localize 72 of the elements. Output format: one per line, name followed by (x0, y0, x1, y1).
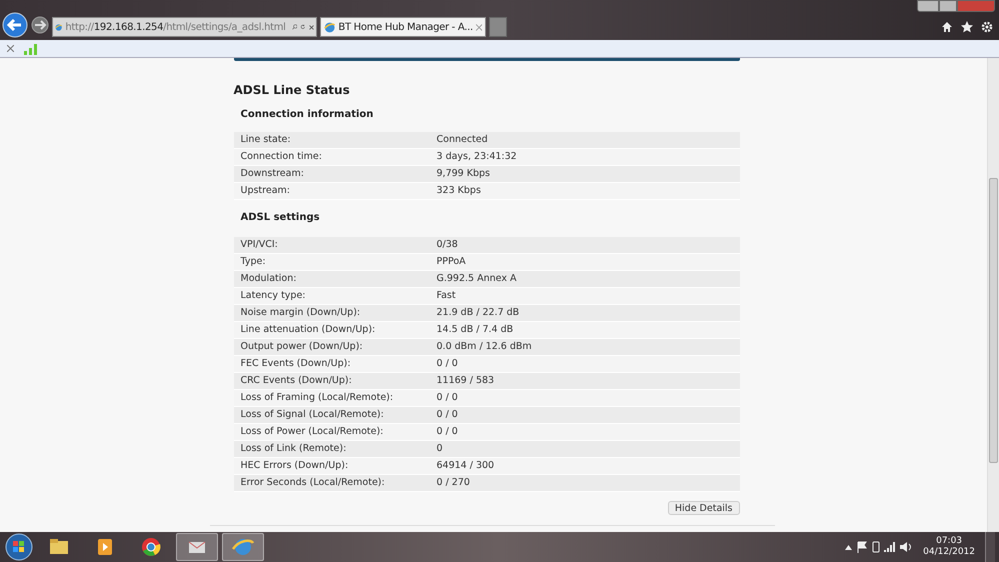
clock-time: 07:03 (936, 536, 962, 547)
row-value: 11169 / 583 (436, 374, 494, 388)
row-label: Output power (Down/Up): (240, 340, 364, 354)
row-value: 323 Kbps (436, 184, 481, 198)
clock-date: 04/12/2012 (923, 547, 975, 558)
row-label: CRC Events (Down/Up): (240, 374, 353, 388)
row-label: Error Seconds (Local/Remote): (240, 476, 386, 490)
minimize-button[interactable] (917, 0, 939, 12)
row-label: Downstream: (240, 166, 305, 181)
row-value: 0 / 0 (436, 356, 458, 371)
settings-icon[interactable] (981, 21, 993, 33)
close-icon[interactable] (476, 24, 482, 30)
row-label: Connection time: (240, 150, 323, 164)
row-value: 0 / 0 (436, 408, 458, 422)
close-icon[interactable] (7, 45, 14, 52)
row-value: 3 days, 23:41:32 (436, 150, 517, 164)
row-value: 0 / 0 (436, 390, 458, 405)
page-title: ADSL Line Status (234, 82, 351, 99)
row-value: 21.9 dB / 22.7 dB (436, 306, 520, 320)
taskbar-button[interactable] (176, 533, 218, 561)
tab-title: BT Home Hub Manager - A... (338, 20, 473, 34)
forward-button[interactable] (31, 16, 49, 34)
row-label: Loss of Link (Remote): (240, 442, 348, 456)
row-value: 64914 / 300 (436, 458, 494, 473)
search-icon[interactable] (292, 22, 298, 32)
address-bar[interactable]: http://192.168.1.254/html/settings/a_adsl.html (52, 17, 317, 37)
star-icon[interactable] (961, 21, 973, 33)
row-value: Connected (436, 132, 488, 147)
close-icon[interactable] (308, 22, 314, 32)
scrollbar[interactable] (987, 58, 999, 532)
row-value: PPPoA (436, 254, 466, 269)
row-value: 0 / 0 (436, 424, 458, 439)
browser-icon (139, 535, 163, 559)
row-label: Line attenuation (Down/Up): (240, 322, 376, 337)
row-label: Modulation: (240, 272, 298, 286)
row-label: FEC Events (Down/Up): (240, 356, 352, 371)
row-label: Loss of Signal (Local/Remote): (240, 408, 385, 422)
row-value: 9,799 Kbps (436, 166, 490, 181)
signal-icon (24, 42, 37, 54)
clock[interactable]: 07:03 04/12/2012 (917, 536, 981, 558)
row-value: 0 / 270 (436, 476, 470, 490)
row-value: Fast (436, 288, 456, 303)
row-value: 0.0 dBm / 12.6 dBm (436, 340, 532, 354)
browser-tab[interactable]: BT Home Hub Manager - A... (320, 17, 486, 37)
row-label: Upstream: (240, 184, 291, 198)
row-label: Loss of Power (Local/Remote): (240, 424, 384, 439)
maximize-button[interactable] (939, 0, 957, 12)
refresh-icon[interactable] (300, 22, 306, 32)
row-label: Line state: (240, 132, 292, 147)
speaker-icon[interactable] (900, 541, 914, 553)
row-label: Latency type: (240, 288, 306, 303)
flag-icon[interactable] (856, 541, 868, 553)
battery-icon[interactable] (872, 541, 880, 553)
row-value: 14.5 dB / 7.4 dB (436, 322, 514, 337)
hide-details-button[interactable]: Hide Details (668, 501, 740, 515)
signal-icon[interactable] (884, 542, 896, 552)
row-label: HEC Errors (Down/Up): (240, 458, 350, 473)
tray-arrow-icon[interactable] (845, 544, 852, 550)
back-button[interactable] (2, 12, 28, 38)
row-value: 0/38 (436, 238, 458, 252)
start-button[interactable] (4, 533, 34, 561)
browser-icon (324, 20, 336, 34)
row-label: Noise margin (Down/Up): (240, 306, 362, 320)
row-value: G.992.5 Annex A (436, 272, 516, 286)
row-label: Type: (240, 254, 267, 269)
home-icon[interactable] (941, 21, 953, 33)
row-label: Loss of Framing (Local/Remote): (240, 390, 394, 405)
section-heading: ADSL settings (240, 211, 321, 225)
url-text: http://192.168.1.254/html/settings/a_adsl.html (65, 20, 286, 34)
section-heading: Connection information (240, 108, 374, 122)
row-value: 0 (436, 442, 443, 456)
row-label: VPI/VCI: (240, 238, 279, 252)
